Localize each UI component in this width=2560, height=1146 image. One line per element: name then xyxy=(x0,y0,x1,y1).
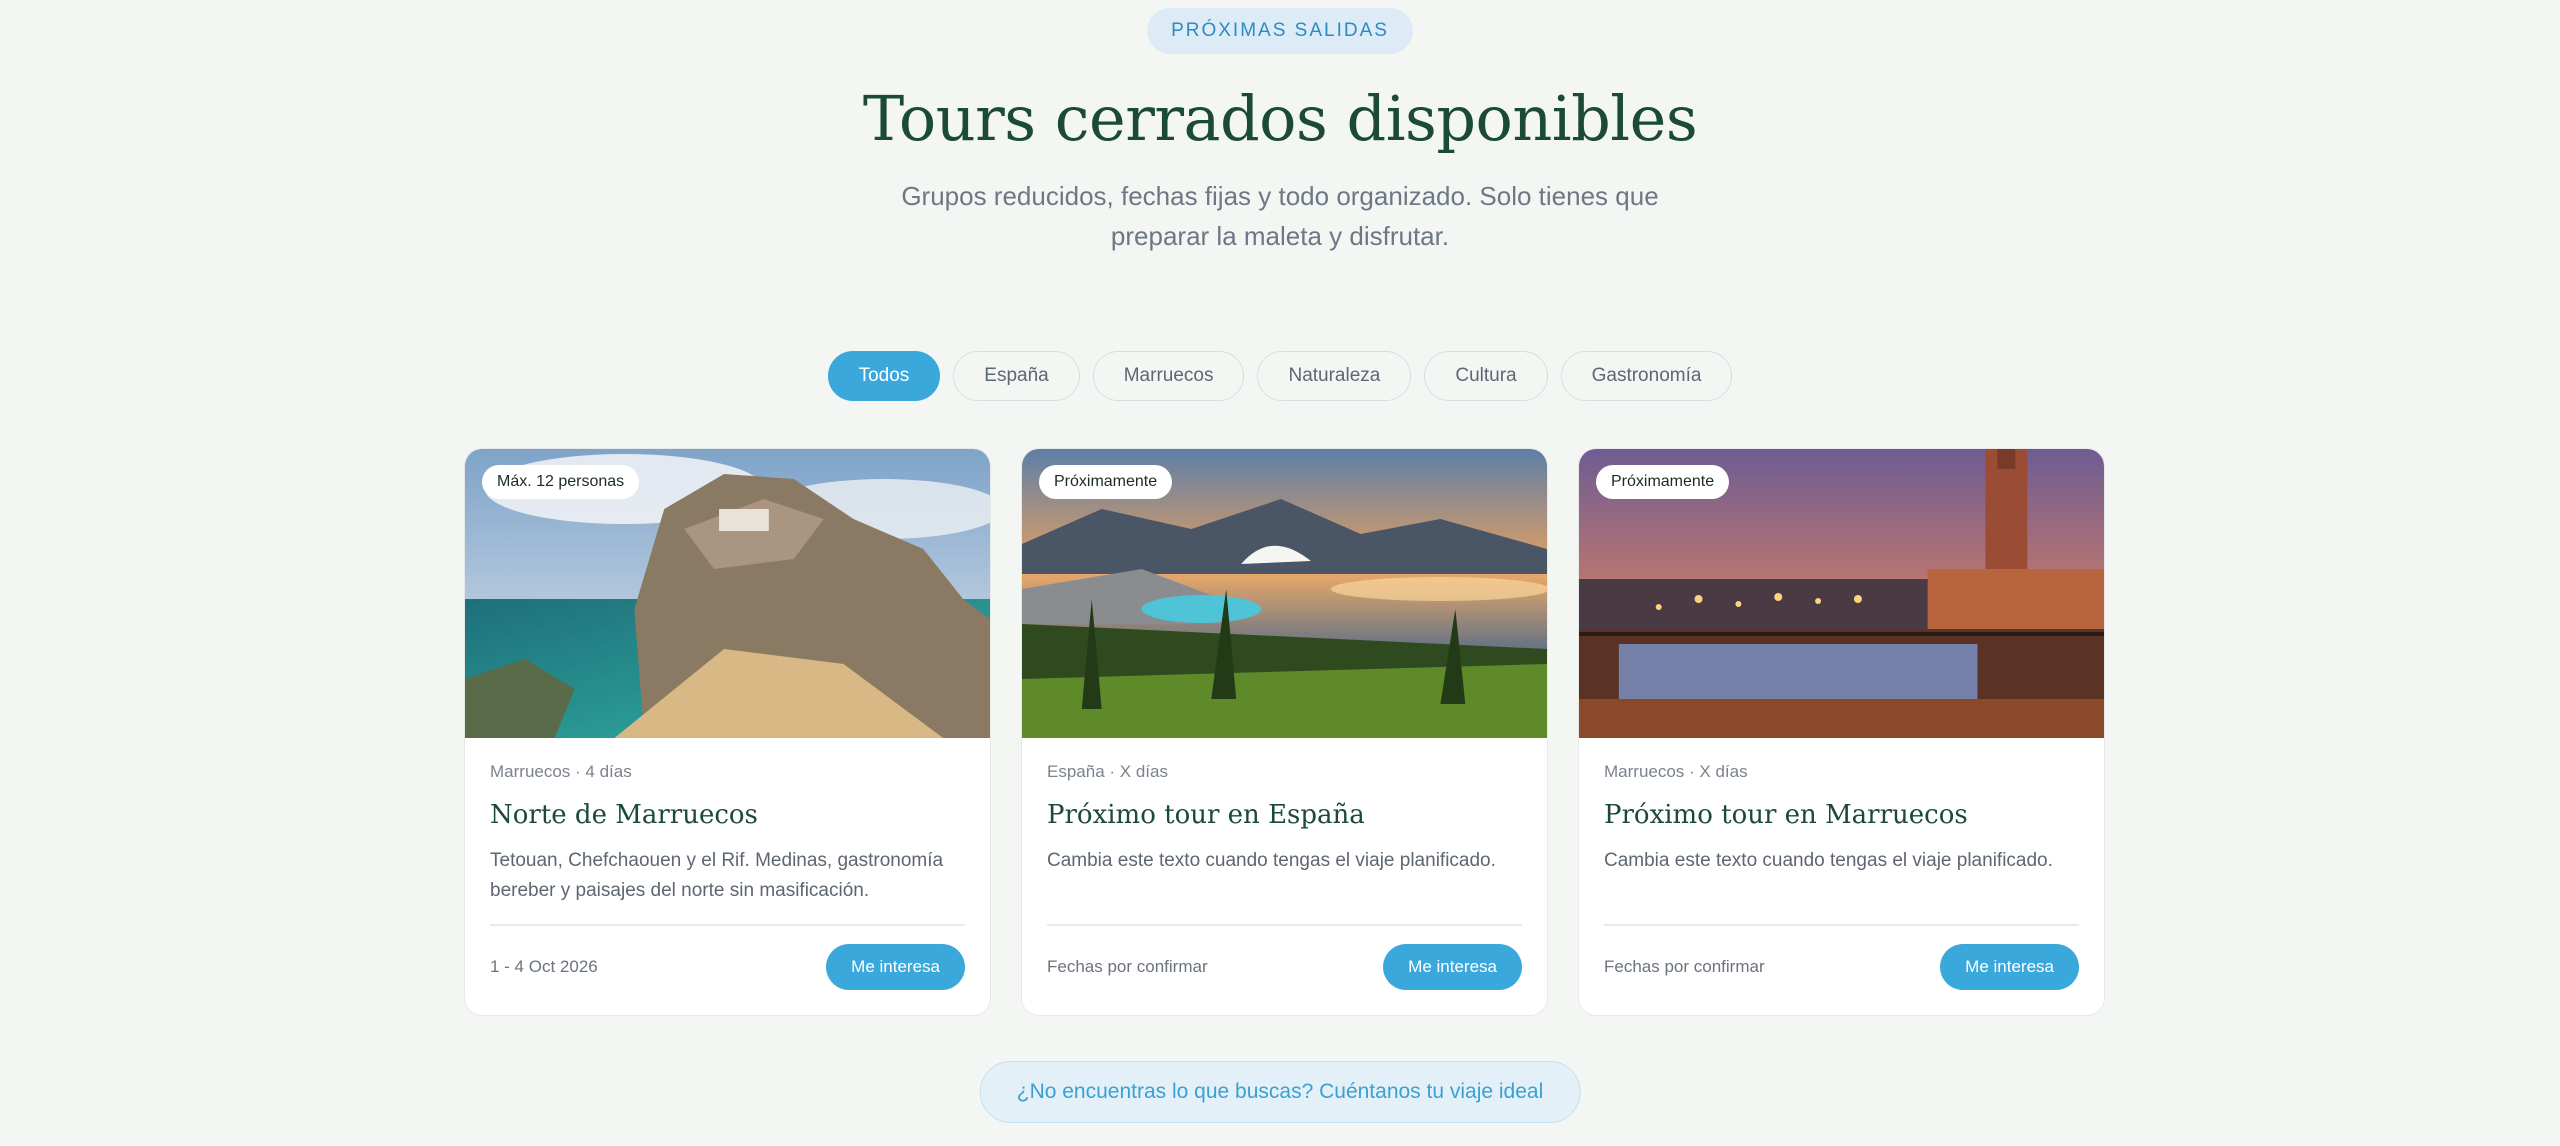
tour-image-sunset-coast: Próximamente xyxy=(1022,449,1547,738)
filter-chip-cultura[interactable]: Cultura xyxy=(1424,351,1548,401)
tour-cards-grid: Máx. 12 personas Marruecos · 4 días Nort… xyxy=(464,448,2105,1016)
card-divider xyxy=(1604,924,2079,926)
tour-description: Cambia este texto cuando tengas el viaje… xyxy=(1047,850,1496,871)
tour-meta: Marruecos · X días xyxy=(1604,762,1748,781)
tour-title[interactable]: Próximo tour en Marruecos xyxy=(1604,800,2079,830)
filter-chip-todos[interactable]: Todos xyxy=(827,351,941,401)
tour-card: Próximamente España · X días Próximo tou… xyxy=(1021,448,1548,1016)
status-badge: Próximamente xyxy=(1039,465,1173,499)
tour-date: Fechas por confirmar xyxy=(1047,957,1208,976)
tour-meta: Marruecos · 4 días xyxy=(490,762,632,781)
filter-chip-gastronomia[interactable]: Gastronomía xyxy=(1560,351,1733,401)
card-divider xyxy=(490,924,965,926)
tour-meta: España · X días xyxy=(1047,762,1168,781)
page-title: Tours cerrados disponibles xyxy=(862,82,1698,155)
filter-chip-espana[interactable]: España xyxy=(953,351,1080,401)
tour-description: Cambia este texto cuando tengas el viaje… xyxy=(1604,850,2053,871)
tour-title[interactable]: Próximo tour en España xyxy=(1047,800,1522,830)
tour-image-marrakech-dusk: Próximamente xyxy=(1579,449,2104,738)
interest-button[interactable]: Me interesa xyxy=(826,944,965,990)
filter-chip-naturaleza[interactable]: Naturaleza xyxy=(1257,351,1412,401)
tour-date: Fechas por confirmar xyxy=(1604,957,1765,976)
page-subtitle: Grupos reducidos, fechas fijas y todo or… xyxy=(901,181,1659,251)
tour-image-coastal-cliff: Máx. 12 personas xyxy=(465,449,990,738)
tour-card: Máx. 12 personas Marruecos · 4 días Nort… xyxy=(464,448,991,1016)
tour-description: Tetouan, Chefchaouen y el Rif. Medinas, … xyxy=(490,850,944,901)
capacity-badge: Máx. 12 personas xyxy=(482,465,640,499)
custom-trip-cta[interactable]: ¿No encuentras lo que buscas? Cuéntanos … xyxy=(979,1061,1581,1123)
filter-bar: Todos España Marruecos Naturaleza Cultur… xyxy=(0,351,2560,401)
interest-button[interactable]: Me interesa xyxy=(1940,944,2079,990)
filter-chip-marruecos[interactable]: Marruecos xyxy=(1092,351,1245,401)
status-badge: Próximamente xyxy=(1596,465,1730,499)
tour-title[interactable]: Norte de Marruecos xyxy=(490,800,965,830)
tour-date: 1 - 4 Oct 2026 xyxy=(490,957,598,976)
tour-card: Próximamente Marruecos · X días Próximo … xyxy=(1578,448,2105,1016)
card-divider xyxy=(1047,924,1522,926)
section-eyebrow: PRÓXIMAS SALIDAS xyxy=(1147,8,1413,54)
interest-button[interactable]: Me interesa xyxy=(1383,944,1522,990)
